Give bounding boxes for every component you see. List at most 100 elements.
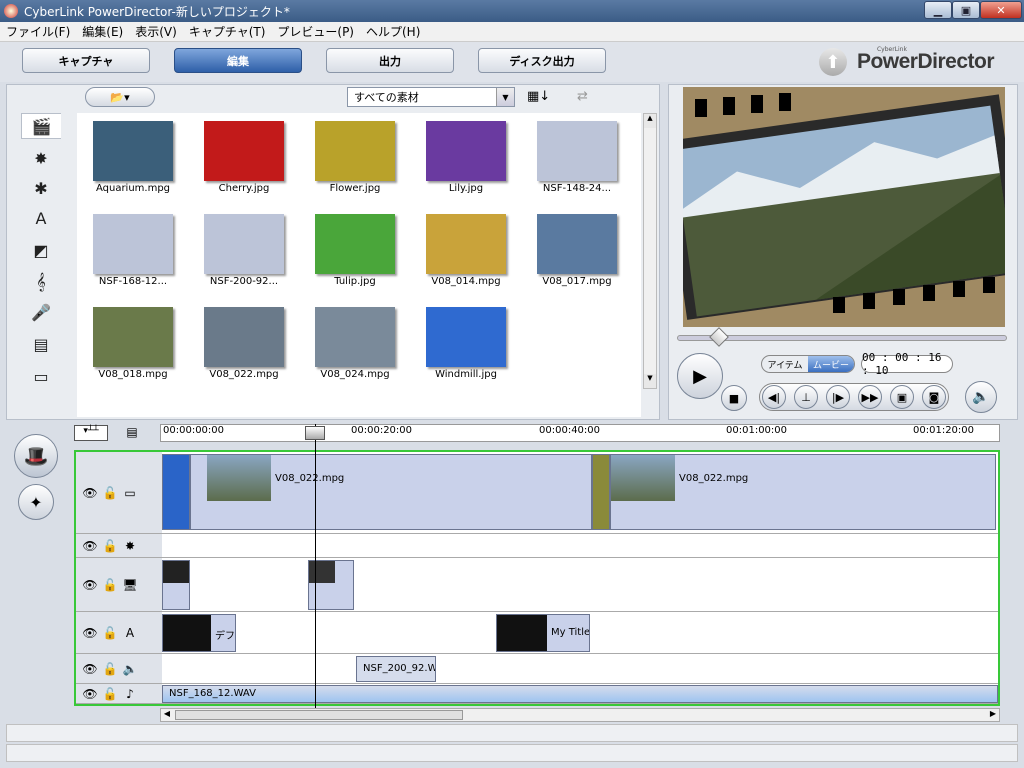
timeline-view-button[interactable]: ▾┴┴ xyxy=(74,425,108,441)
menu-view[interactable]: 表示(V) xyxy=(129,23,183,40)
lock-icon[interactable]: 🔓 xyxy=(102,485,118,501)
media-item[interactable]: Lily.jpg xyxy=(416,117,516,205)
effect-track[interactable] xyxy=(162,534,998,558)
playhead-handle[interactable] xyxy=(305,426,325,440)
music-clip[interactable]: NSF_168_12.WAV xyxy=(162,685,998,703)
effect-room-icon[interactable]: ✸ xyxy=(25,145,57,171)
eye-icon[interactable]: 👁 xyxy=(82,538,98,554)
timecode-display[interactable]: 00 : 00 : 16 : 10 xyxy=(861,351,953,377)
scroll-right-icon[interactable]: ▶ xyxy=(987,709,999,718)
video-clip-2[interactable]: V08_022.mpg xyxy=(610,454,996,530)
menu-capture[interactable]: キャプチャ(T) xyxy=(183,23,272,40)
menu-edit[interactable]: 編集(E) xyxy=(76,23,129,40)
title-track[interactable]: デフ My Title xyxy=(162,612,998,654)
magic-hat-icon[interactable]: 🎩 xyxy=(14,434,58,478)
monitor-button[interactable]: ▣ xyxy=(890,385,914,409)
prev-frame-button[interactable]: ◀| xyxy=(762,385,786,409)
lock-icon[interactable]: 🔓 xyxy=(102,625,118,641)
voice-clip[interactable]: NSF_200_92.W xyxy=(356,656,436,682)
disc-mode-button[interactable]: ディスク出力 xyxy=(478,48,606,73)
media-item[interactable]: V08_017.mpg xyxy=(527,210,627,298)
item-mode-option[interactable]: アイテム xyxy=(762,356,808,372)
lock-icon[interactable]: 🔓 xyxy=(102,577,118,593)
video-clip-1[interactable]: V08_022.mpg xyxy=(190,454,592,530)
play-button[interactable]: ▶ xyxy=(677,353,723,399)
video-track[interactable]: V08_022.mpg V08_022.mpg xyxy=(162,452,998,534)
chapter-room-icon[interactable]: ▤ xyxy=(25,331,57,357)
media-item[interactable]: NSF-148-24... xyxy=(527,117,627,205)
sort-icon[interactable]: ▦↓ xyxy=(527,89,550,104)
title-clip-2[interactable]: My Title xyxy=(496,614,590,652)
voice-track[interactable]: NSF_200_92.W xyxy=(162,654,998,684)
preview-seek-bar[interactable] xyxy=(677,327,1007,347)
lock-icon[interactable]: 🔓 xyxy=(102,686,118,702)
monitor-icon: 🖥 xyxy=(122,577,138,592)
capture-mode-button[interactable]: キャプチャ xyxy=(22,48,150,73)
fast-forward-button[interactable]: ▶▶ xyxy=(858,385,882,409)
minimize-button[interactable]: ▁ xyxy=(924,1,952,19)
snapshot-button[interactable]: ◙ xyxy=(922,385,946,409)
menu-help[interactable]: ヘルプ(H) xyxy=(360,23,426,40)
eye-icon[interactable]: 👁 xyxy=(82,686,98,702)
chevron-down-icon[interactable]: ▼ xyxy=(496,88,514,106)
voice-recording-icon[interactable]: 🎤 xyxy=(25,299,57,325)
subtitle-room-icon[interactable]: ▭ xyxy=(25,363,57,389)
media-item[interactable]: V08_022.mpg xyxy=(194,303,294,391)
seek-slider-thumb[interactable] xyxy=(709,327,729,347)
media-item[interactable]: V08_024.mpg xyxy=(305,303,405,391)
swap-icon[interactable]: ⇄ xyxy=(577,89,588,104)
magic-wand-icon[interactable]: ✦ xyxy=(18,484,54,520)
media-item[interactable]: Tulip.jpg xyxy=(305,210,405,298)
timeline-playhead[interactable] xyxy=(315,424,316,708)
scroll-left-icon[interactable]: ◀ xyxy=(161,709,173,718)
timeline-ruler[interactable]: 00:00:00:00 00:00:20:00 00:00:40:00 00:0… xyxy=(160,424,1000,442)
transition-room-icon[interactable]: ◩ xyxy=(25,237,57,263)
import-folder-button[interactable]: 📂▾ xyxy=(85,87,155,107)
media-filter-select[interactable]: すべての素材 ▼ xyxy=(347,87,515,107)
close-button[interactable]: ✕ xyxy=(980,1,1022,19)
media-item[interactable]: V08_018.mpg xyxy=(83,303,183,391)
media-item[interactable]: V08_014.mpg xyxy=(416,210,516,298)
scroll-thumb[interactable] xyxy=(175,710,463,720)
music-track[interactable]: NSF_168_12.WAV xyxy=(162,684,998,704)
transition-clip[interactable] xyxy=(592,454,610,530)
scroll-up-icon[interactable]: ▲ xyxy=(644,114,656,128)
arrow-up-icon[interactable]: ⬆ xyxy=(818,48,847,76)
stop-button[interactable]: ■ xyxy=(721,385,747,411)
audio-mixing-icon[interactable]: 𝄞 xyxy=(25,269,57,295)
maximize-button[interactable]: ▣ xyxy=(952,1,980,19)
pip-room-icon[interactable]: ✱ xyxy=(25,175,57,201)
eye-icon[interactable]: 👁 xyxy=(82,577,98,593)
lock-icon[interactable]: 🔓 xyxy=(102,661,118,677)
video-clip-windmill[interactable] xyxy=(162,454,190,530)
media-item[interactable]: Flower.jpg xyxy=(305,117,405,205)
split-button[interactable]: ⊥ xyxy=(794,385,818,409)
pip-track[interactable] xyxy=(162,558,998,612)
scroll-down-icon[interactable]: ▼ xyxy=(644,374,656,388)
produce-mode-button[interactable]: 出力 xyxy=(326,48,454,73)
library-scrollbar[interactable]: ▲ ▼ xyxy=(643,113,657,389)
volume-button[interactable]: 🔈 xyxy=(965,381,997,413)
edit-mode-button[interactable]: 編集 xyxy=(174,48,302,73)
eye-icon[interactable]: 👁 xyxy=(82,661,98,677)
title-room-icon[interactable]: A xyxy=(25,205,57,231)
preview-mode-toggle[interactable]: アイテム ムービー xyxy=(761,355,855,373)
eye-icon[interactable]: 👁 xyxy=(82,625,98,641)
pip-clip-1[interactable] xyxy=(162,560,190,610)
movie-mode-option[interactable]: ムービー xyxy=(808,356,854,372)
media-item[interactable]: Cherry.jpg xyxy=(194,117,294,205)
media-item[interactable]: Aquarium.mpg xyxy=(83,117,183,205)
storyboard-view-button[interactable]: ▤ xyxy=(120,425,144,441)
lock-icon[interactable]: 🔓 xyxy=(102,538,118,554)
preview-panel: ▶ ■ アイテム ムービー 00 : 00 : 16 : 10 ◀| ⊥ |▶ … xyxy=(668,84,1018,420)
menu-file[interactable]: ファイル(F) xyxy=(0,23,76,40)
media-item[interactable]: Windmill.jpg xyxy=(416,303,516,391)
timeline-scrollbar[interactable]: ◀ ▶ xyxy=(160,708,1000,722)
eye-icon[interactable]: 👁 xyxy=(82,485,98,501)
next-frame-button[interactable]: |▶ xyxy=(826,385,850,409)
menu-preview[interactable]: プレビュー(P) xyxy=(271,23,360,40)
media-room-icon[interactable]: 🎬 xyxy=(21,113,61,139)
media-item[interactable]: NSF-168-12... xyxy=(83,210,183,298)
media-item[interactable]: NSF-200-92... xyxy=(194,210,294,298)
title-clip-1[interactable]: デフ xyxy=(162,614,236,652)
